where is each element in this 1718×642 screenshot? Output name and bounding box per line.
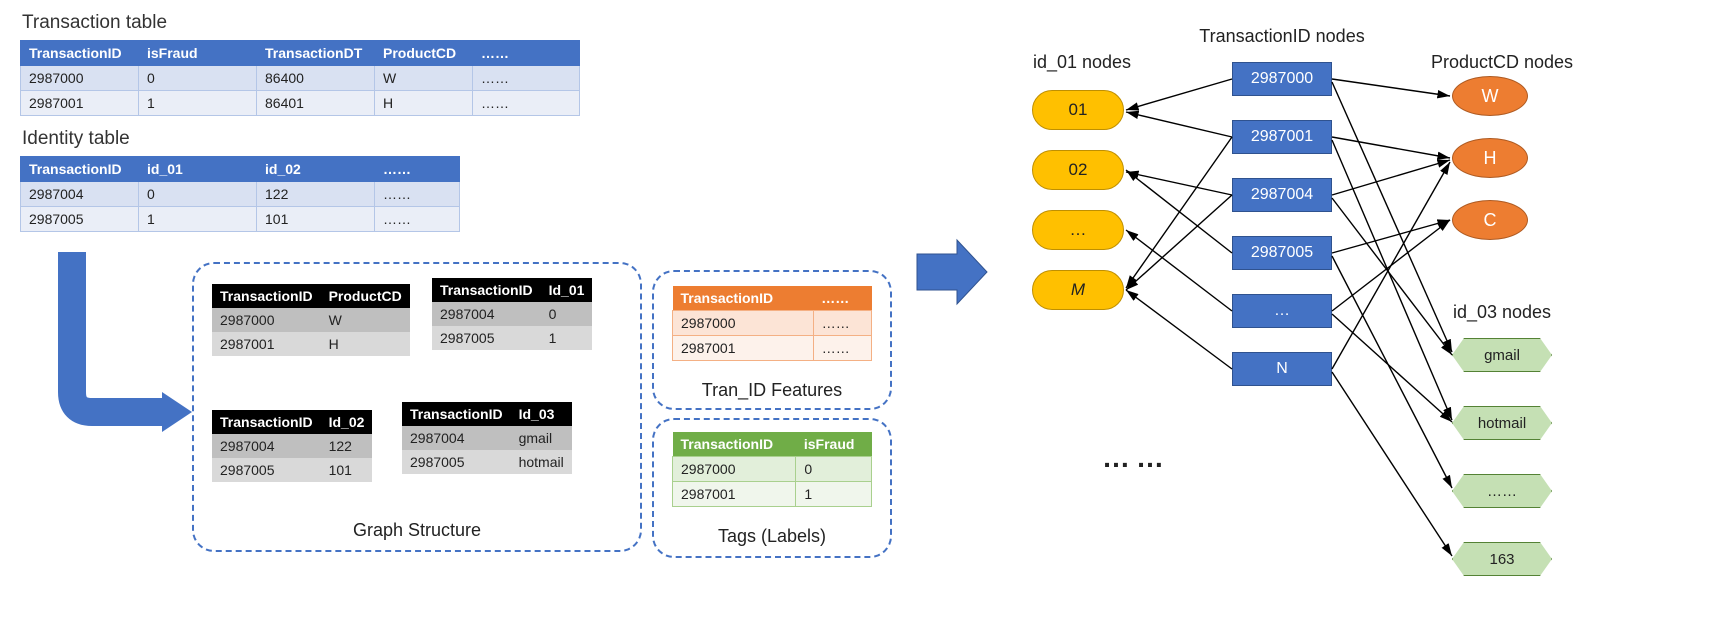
features-table: TransactionID…… 2987000…… 2987001…… [672,286,872,361]
graph-structure-caption: Graph Structure [192,520,642,541]
id01-node: 01 [1032,90,1124,130]
table-row: 29870040122…… [21,182,460,207]
col-header: TransactionDT [257,41,375,66]
txn-node: 2987005 [1232,236,1332,270]
prod-nodes-label: ProductCD nodes [1412,52,1592,73]
table-row: 2987000086400W…… [21,66,580,91]
transaction-table: TransactionID isFraud TransactionDT Prod… [20,40,580,116]
id03-nodes-label: id_03 nodes [1412,302,1592,323]
txn-node: 2987000 [1232,62,1332,96]
l-arrow-icon [32,242,192,462]
identity-table-title: Identity table [22,128,130,150]
txn-nodes-label: TransactionID nodes [1172,26,1392,47]
id01-node: 02 [1032,150,1124,190]
col-header: ProductCD [375,41,473,66]
id03-node: …… [1452,474,1552,508]
id02-subtable: TransactionIDId_02 2987004122 2987005101 [212,410,372,482]
id03-node: 163 [1452,542,1552,576]
col-header: TransactionID [21,157,139,182]
tags-caption: Tags (Labels) [652,526,892,547]
table-row: 2987001186401H…… [21,91,580,116]
txn-node: 2987001 [1232,120,1332,154]
txn-node: 2987004 [1232,178,1332,212]
id01-node: M [1032,270,1124,310]
prod-node: W [1452,76,1528,116]
ellipsis-dots: …… [1102,442,1170,474]
tags-table: TransactionIDisFraud 29870000 29870011 [672,432,872,507]
id03-node: hotmail [1452,406,1552,440]
col-header: isFraud [139,41,257,66]
id03-subtable: TransactionIDId_03 2987004gmail 2987005h… [402,402,572,474]
identity-table: TransactionID id_01 id_02 …… 29870040122… [20,156,460,232]
id01-nodes-label: id_01 nodes [1012,52,1152,73]
right-arrow-icon [912,232,992,312]
col-header: TransactionID [21,41,139,66]
txn-node: … [1232,294,1332,328]
id01-subtable: TransactionIDId_01 29870040 29870051 [432,278,592,350]
table-row: 29870051101…… [21,207,460,232]
features-caption: Tran_ID Features [652,380,892,401]
id01-node: … [1032,210,1124,250]
id03-node: gmail [1452,338,1552,372]
col-header: …… [473,41,580,66]
col-header: …… [375,157,460,182]
col-header: id_02 [257,157,375,182]
transaction-table-title: Transaction table [22,12,167,34]
product-subtable: TransactionIDProductCD 2987000W 2987001H [212,284,410,356]
col-header: id_01 [139,157,257,182]
prod-node: H [1452,138,1528,178]
txn-node: N [1232,352,1332,386]
prod-node: C [1452,200,1528,240]
